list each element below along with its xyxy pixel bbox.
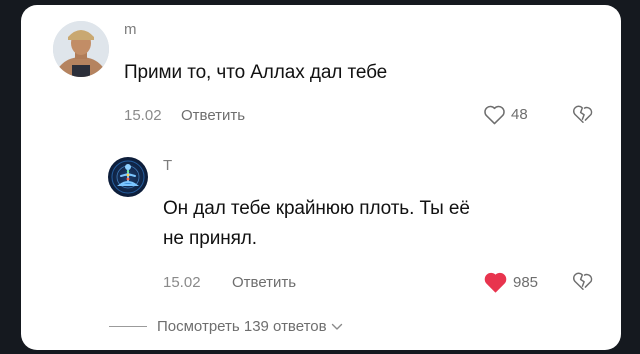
like-count: 48: [511, 106, 528, 123]
view-replies-button[interactable]: Посмотреть 139 ответов: [109, 318, 343, 335]
heart-outline-icon: [484, 105, 505, 125]
comment-text: Прими то, что Аллах дал тебе: [124, 62, 388, 83]
avatar[interactable]: [53, 21, 109, 77]
comment-date: 15.02: [124, 107, 162, 124]
reply-to-reply-button[interactable]: Ответить: [232, 274, 296, 291]
broken-heart-icon: [573, 105, 593, 123]
view-replies-label: Посмотреть 139 ответов: [157, 318, 327, 335]
reply-dislike-button[interactable]: [572, 270, 594, 297]
reply-text-line-2: не принял.: [163, 228, 257, 249]
comment-thread-card: m Прими то, что Аллах дал тебе 15.02 Отв…: [21, 5, 621, 350]
comment-username[interactable]: m: [124, 21, 137, 38]
chevron-down-icon: [331, 323, 342, 330]
reply-button[interactable]: Ответить: [181, 107, 245, 124]
reply-text-line-1: Он дал тебе крайнюю плоть. Ты её: [163, 198, 470, 219]
reply-like-count: 985: [513, 273, 539, 291]
dislike-button[interactable]: [572, 103, 594, 130]
heart-filled-icon: [484, 272, 507, 293]
broken-heart-icon: [573, 272, 593, 290]
reply-avatar[interactable]: [108, 157, 148, 197]
like-button[interactable]: 48: [483, 104, 528, 125]
reply-like-button[interactable]: 985: [483, 271, 538, 293]
user-photo-icon: [53, 21, 109, 77]
reply-username[interactable]: T: [163, 157, 172, 174]
reply-date: 15.02: [163, 274, 201, 291]
divider: [109, 326, 147, 327]
meditation-figure-icon: [111, 160, 145, 194]
